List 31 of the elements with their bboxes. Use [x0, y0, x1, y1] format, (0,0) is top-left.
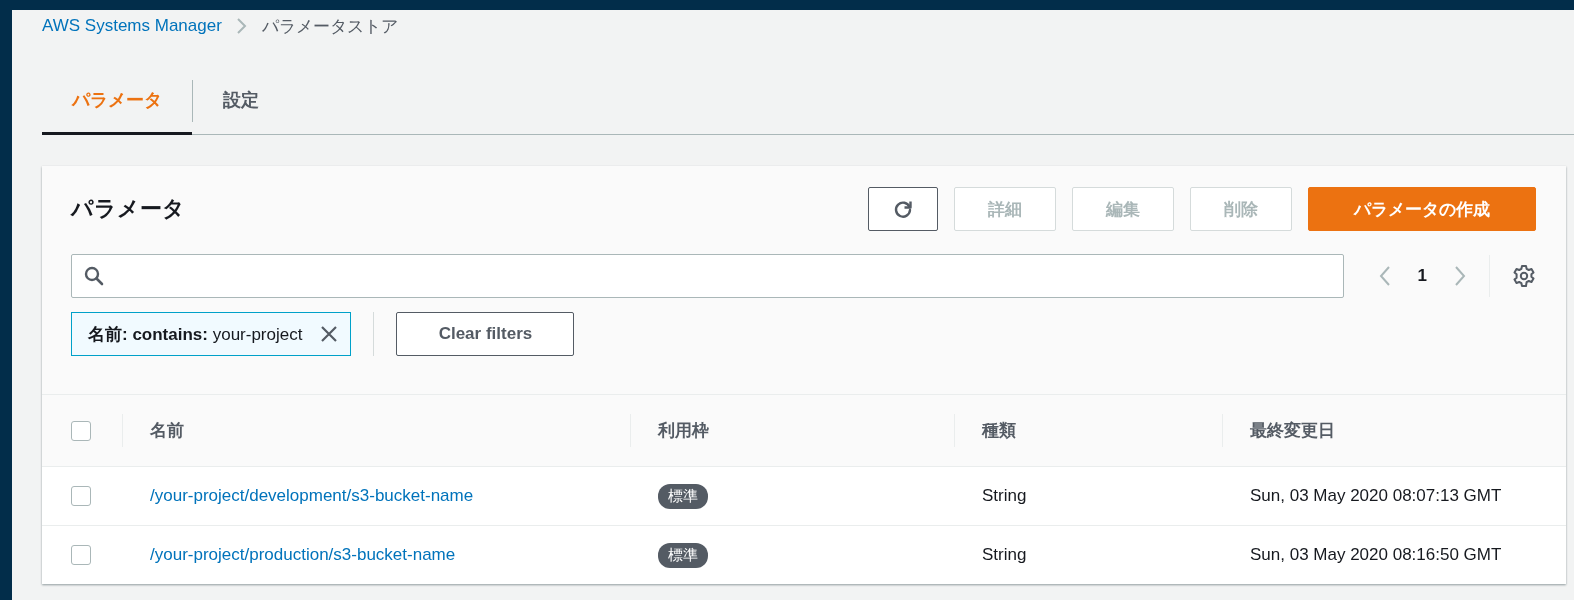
- table-cell: String: [982, 486, 1027, 506]
- panel-title: パラメータ: [71, 195, 185, 223]
- tab[interactable]: 設定: [193, 68, 289, 135]
- create-parameter-button[interactable]: パラメータの作成: [1308, 187, 1536, 231]
- close-icon[interactable]: [320, 325, 339, 343]
- settings-icon[interactable]: [1512, 264, 1536, 288]
- page-number[interactable]: 1: [1417, 266, 1427, 286]
- tier-badge: 標準: [658, 542, 708, 568]
- column-header[interactable]: 最終変更日: [1250, 419, 1335, 442]
- table-cell: String: [982, 545, 1027, 565]
- column-header[interactable]: 名前: [150, 419, 184, 442]
- checkbox[interactable]: [71, 545, 91, 565]
- parameter-link[interactable]: /your-project/production/s3-bucket-name: [150, 545, 456, 565]
- tier-badge: 標準: [658, 483, 708, 509]
- column-header[interactable]: 種類: [982, 419, 1016, 442]
- clear-filters-button[interactable]: Clear filters: [396, 312, 575, 356]
- table-cell: Sun, 03 May 2020 08:16:50 GMT: [1250, 545, 1502, 565]
- column-header[interactable]: 利用枠: [658, 419, 709, 442]
- parameter-link[interactable]: /your-project/development/s3-bucket-name: [150, 486, 474, 506]
- search-icon: [84, 266, 104, 286]
- tab[interactable]: パラメータ: [42, 68, 192, 135]
- refresh-icon: [892, 198, 914, 220]
- search-field[interactable]: [71, 254, 1344, 298]
- breadcrumb-link[interactable]: AWS Systems Manager: [42, 16, 222, 36]
- table-cell: Sun, 03 May 2020 08:07:13 GMT: [1250, 486, 1502, 506]
- refresh-button[interactable]: [868, 187, 938, 231]
- chevron-right-icon: [235, 17, 248, 35]
- checkbox[interactable]: [71, 486, 91, 506]
- checkbox[interactable]: [71, 420, 91, 441]
- breadcrumb-current: パラメータストア: [261, 15, 398, 38]
- filter-text: 名前: contains: your-project: [88, 323, 303, 346]
